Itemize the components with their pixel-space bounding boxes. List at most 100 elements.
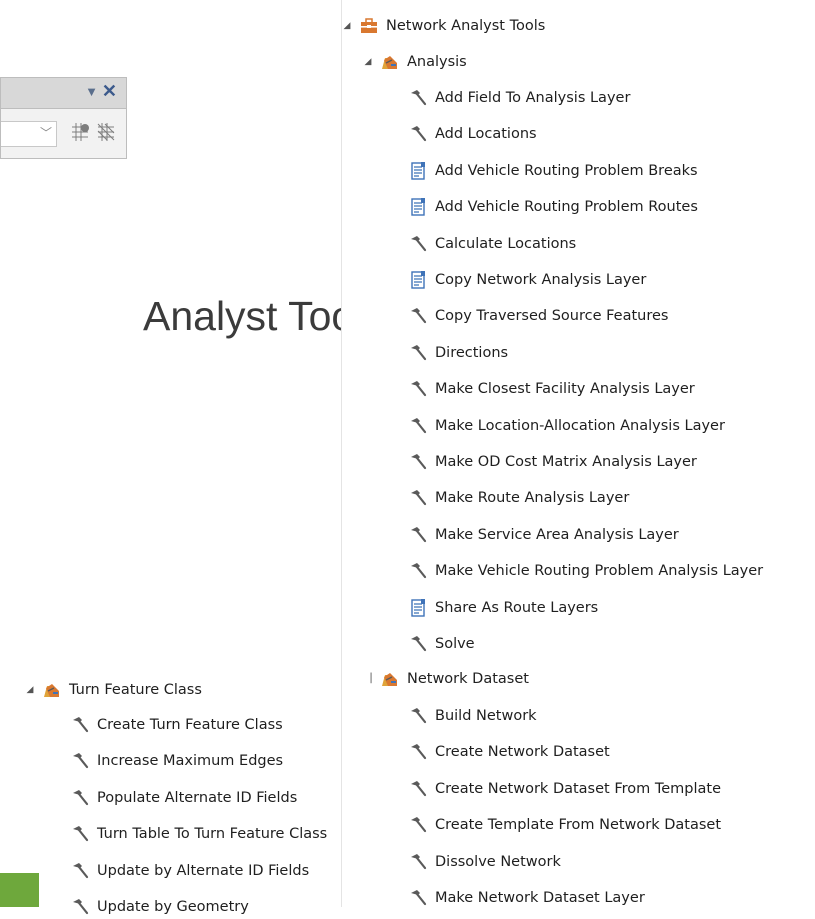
hammer-icon — [70, 861, 90, 881]
tree-item-tool[interactable]: Add Field To Analysis Layer — [408, 86, 630, 110]
tree-item-tool[interactable]: Directions — [408, 341, 508, 365]
tree-item-label: Make Vehicle Routing Problem Analysis La… — [435, 563, 764, 580]
tree-item-tool[interactable]: Make Route Analysis Layer — [408, 486, 629, 510]
tree-item-tool[interactable]: Calculate Locations — [408, 232, 576, 256]
tree-item-label: Make Network Dataset Layer — [435, 890, 645, 906]
tree-item-tool[interactable]: Make Location-Allocation Analysis Layer — [408, 414, 725, 438]
toolset-icon — [380, 669, 400, 689]
hammer-icon — [408, 379, 428, 399]
tree-node-analysis[interactable]: ◢ Analysis — [362, 50, 467, 74]
hammer-icon — [408, 124, 428, 144]
hammer-icon — [70, 824, 90, 844]
tree-item-label: Make Closest Facility Analysis Layer — [435, 381, 695, 398]
hammer-icon — [408, 779, 428, 799]
tree-item-tool[interactable]: Make Network Dataset Layer — [408, 886, 645, 910]
tree-item-tool[interactable]: Build Network — [408, 704, 537, 728]
hammer-icon — [408, 88, 428, 108]
hammer-icon — [70, 788, 90, 808]
toolbox-icon — [359, 16, 379, 36]
tree-item-tool[interactable]: Copy Network Analysis Layer — [408, 268, 646, 292]
floating-toolbar-window: ▼ ✕ ﹀ — [0, 77, 127, 159]
hammer-icon — [408, 488, 428, 508]
tree-item-tool[interactable]: Populate Alternate ID Fields — [70, 786, 297, 810]
hammer-icon — [70, 897, 90, 917]
tree-item-label: Directions — [435, 344, 509, 361]
hammer-icon — [408, 888, 428, 908]
tree-item-tool[interactable]: Make Service Area Analysis Layer — [408, 523, 679, 547]
tree-item-label: Build Network — [435, 708, 537, 724]
tree-item-label: Copy Traversed Source Features — [435, 308, 669, 325]
dropdown-arrow-icon[interactable]: ▼ — [85, 84, 98, 99]
grid-hatch-icon[interactable] — [95, 121, 117, 143]
hammer-icon — [408, 343, 428, 363]
tree-item-tool[interactable]: Share As Route Layers — [408, 596, 598, 620]
tree-node-turn-feature-class[interactable]: ◢ Turn Feature Class — [24, 678, 202, 702]
tree-item-label: Add Vehicle Routing Problem Routes — [435, 199, 698, 216]
tree-item-label: Make Location-Allocation Analysis Layer — [435, 417, 725, 434]
tree-item-tool[interactable]: Turn Table To Turn Feature Class — [70, 822, 327, 846]
tree-item-label: Dissolve Network — [435, 853, 561, 870]
hammer-icon — [408, 852, 428, 872]
hammer-icon — [408, 742, 428, 762]
tree-item-label: Create Turn Feature Class — [97, 717, 283, 733]
hammer-icon — [408, 561, 428, 581]
tree-item-label: Populate Alternate ID Fields — [97, 789, 298, 806]
tree-item-tool[interactable]: Create Turn Feature Class — [70, 713, 283, 737]
tree-item-tool[interactable]: Solve — [408, 632, 475, 656]
close-icon[interactable]: ✕ — [102, 81, 117, 102]
hammer-icon — [408, 815, 428, 835]
tree-item-tool[interactable]: Create Template From Network Dataset — [408, 813, 721, 837]
collapsed-arrow-icon[interactable]: ▕ — [362, 673, 374, 685]
tree-item-label: Add Vehicle Routing Problem Breaks — [435, 162, 698, 179]
tree-item-label: Add Field To Analysis Layer — [435, 90, 631, 106]
accent-bar — [0, 873, 39, 907]
expanded-arrow-icon[interactable]: ◢ — [24, 684, 36, 696]
hammer-icon — [408, 525, 428, 545]
tree-item-label: Increase Maximum Edges — [97, 753, 284, 770]
hammer-icon — [408, 634, 428, 654]
tree-item-tool[interactable]: Update by Alternate ID Fields — [70, 859, 309, 883]
tree-item-label: Make OD Cost Matrix Analysis Layer — [435, 454, 697, 470]
tree-item-label: Make Service Area Analysis Layer — [435, 526, 679, 543]
tree-item-label: Copy Network Analysis Layer — [435, 272, 647, 288]
toolbar-title-bar: ▼ ✕ — [1, 78, 126, 109]
tree-item-tool[interactable]: Add Vehicle Routing Problem Breaks — [408, 159, 698, 183]
tree-item-tool[interactable]: Create Network Dataset — [408, 740, 610, 764]
tree-item-label: Turn Table To Turn Feature Class — [97, 826, 328, 843]
hammer-icon — [70, 715, 90, 735]
expanded-arrow-icon[interactable]: ◢ — [362, 56, 374, 68]
hammer-icon — [408, 234, 428, 254]
script-icon — [408, 161, 428, 181]
tree-item-tool[interactable]: Add Locations — [408, 122, 537, 146]
tree-item-label: Create Network Dataset From Template — [435, 780, 722, 797]
hammer-icon — [408, 416, 428, 436]
tree-item-tool[interactable]: Increase Maximum Edges — [70, 749, 283, 773]
tree-item-tool[interactable]: Make Closest Facility Analysis Layer — [408, 377, 695, 401]
tree-item-tool[interactable]: Make OD Cost Matrix Analysis Layer — [408, 450, 697, 474]
tree-item-label: Calculate Locations — [435, 235, 577, 252]
tree-item-label: Analysis — [407, 54, 467, 70]
tree-item-label: Network Analyst Tools — [386, 18, 546, 34]
tree-item-label: Update by Alternate ID Fields — [97, 862, 310, 879]
grid-info-icon[interactable] — [69, 121, 91, 143]
expanded-arrow-icon[interactable]: ◢ — [341, 20, 353, 32]
tree-item-tool[interactable]: Create Network Dataset From Template — [408, 777, 721, 801]
chevron-down-icon[interactable]: ﹀ — [40, 124, 52, 141]
tree-item-tool[interactable]: Make Vehicle Routing Problem Analysis La… — [408, 559, 763, 583]
tree-item-tool[interactable]: Dissolve Network — [408, 850, 561, 874]
script-icon — [408, 270, 428, 290]
tree-node-network-analyst-tools[interactable]: ◢ Network Analyst Tools — [341, 14, 546, 38]
tree-item-label: Share As Route Layers — [435, 599, 599, 616]
script-icon — [408, 197, 428, 217]
tree-item-tool[interactable]: Update by Geometry — [70, 895, 249, 919]
tree-item-tool[interactable]: Add Vehicle Routing Problem Routes — [408, 195, 698, 219]
tree-item-label: Make Route Analysis Layer — [435, 490, 630, 507]
tree-item-tool[interactable]: Copy Traversed Source Features — [408, 304, 668, 328]
tree-item-label: Network Dataset — [407, 671, 529, 687]
toolbar-combo-box[interactable]: ﹀ — [1, 121, 57, 147]
toolset-icon — [380, 52, 400, 72]
tree-item-label: Add Locations — [435, 126, 537, 143]
tree-node-network-dataset[interactable]: ▕ Network Dataset — [362, 667, 529, 691]
tree-item-label: Create Network Dataset — [435, 744, 610, 761]
tree-item-label: Turn Feature Class — [69, 682, 202, 698]
